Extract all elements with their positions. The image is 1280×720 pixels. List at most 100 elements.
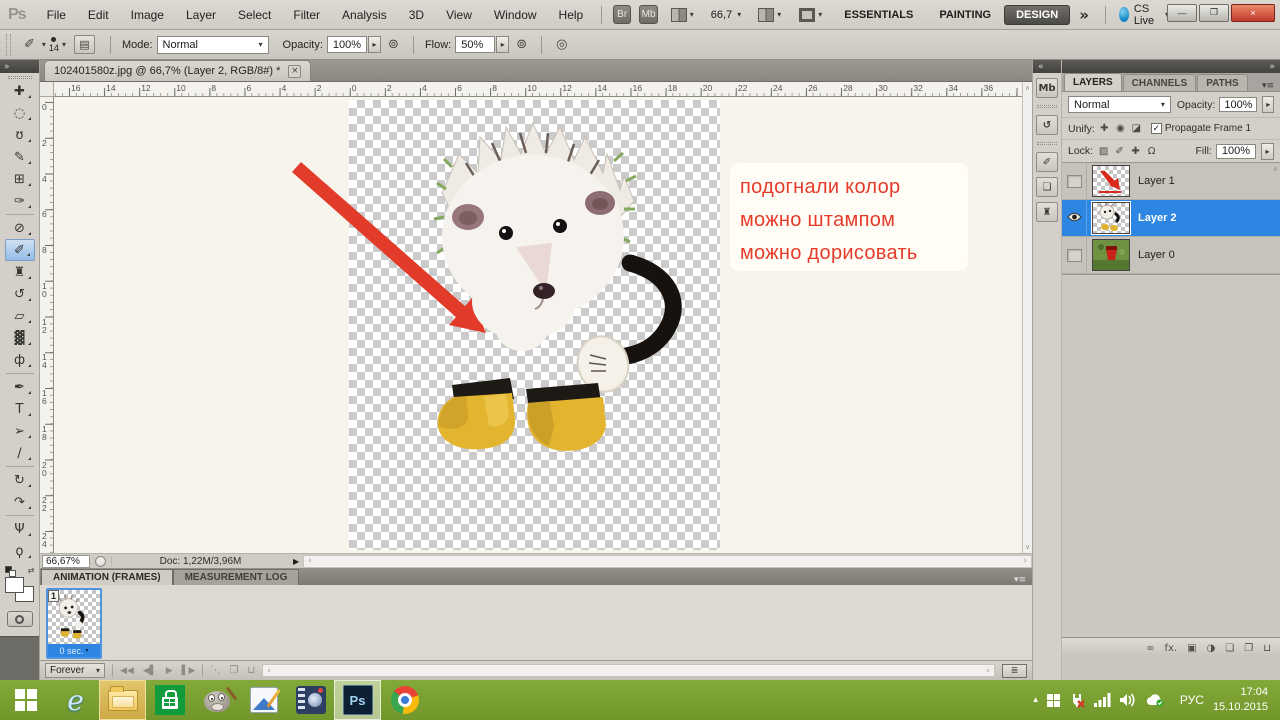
frame-delay-control[interactable]: 0 sec. ▾ [48,644,100,657]
elliptical-marquee-tool[interactable]: ◌ [5,102,35,124]
layer-opacity-field[interactable]: 100% [1219,97,1257,112]
opacity-field[interactable]: 100% [327,36,367,53]
menu-help[interactable]: Help [548,0,595,30]
cs-live-button[interactable]: CS Live ▾ [1119,3,1169,27]
foreground-color-swatch[interactable] [5,577,24,593]
scroll-right-icon[interactable]: › [1023,556,1027,566]
layer-visibility-toggle[interactable] [1062,163,1087,199]
tab-close-icon[interactable]: × [288,65,301,78]
gimp-taskbar-button[interactable] [193,680,240,720]
3d-rotate-tool[interactable]: ↻ [5,469,35,491]
menu-layer[interactable]: Layer [175,0,227,30]
restore-button[interactable]: ❐ [1199,4,1229,22]
history-panel[interactable]: ↺ [1036,115,1058,135]
history-brush-tool[interactable]: ↺ [5,283,35,305]
frames-scrollbar[interactable]: ‹ › [262,664,995,677]
new-adjustment-layer-icon[interactable]: ◑ [1207,643,1216,654]
ruler-origin[interactable] [40,82,54,97]
previous-frame-button[interactable]: ◀▌ [143,666,157,676]
airbrush-icon[interactable]: ⊚ [388,37,399,52]
tween-icon[interactable]: ⋱ [210,665,220,676]
document-tab[interactable]: 102401580z.jpg @ 66,7% (Layer 2, RGB/8#)… [44,60,311,81]
path-selection-tool[interactable]: ➢ [5,420,35,442]
canvas[interactable]: подогнали колор можно штампом можно дори… [54,97,1022,553]
layer-visibility-toggle[interactable] [1062,237,1087,273]
menu-filter[interactable]: Filter [282,0,331,30]
movie-app-taskbar-button[interactable] [287,680,334,720]
action-center-tray-icon[interactable] [1047,680,1060,720]
layer-row-layer-0[interactable]: Layer 0 [1062,237,1280,274]
workspace-essentials[interactable]: ESSENTIALS [831,9,926,21]
animation-frame[interactable]: 1 0 sec. ▾ [46,588,102,659]
layer-row-layer-1[interactable]: Layer 1 [1062,163,1280,200]
eraser-tool[interactable]: ▱ [5,305,35,327]
tab-measurement-log[interactable]: MEASUREMENT LOG [173,569,300,585]
options-grip[interactable] [6,34,11,56]
swap-colors-icon[interactable]: ⇄ [28,566,35,575]
3d-roll-tool[interactable]: ↷ [5,491,35,513]
add-layer-mask-icon[interactable]: ▣ [1187,643,1196,654]
menu-3d[interactable]: 3D [398,0,435,30]
scroll-up-icon[interactable]: ∧ [1025,84,1030,92]
photoshop-taskbar-button[interactable]: Ps [334,680,381,720]
layer-blend-mode-select[interactable]: Normal ▾ [1068,96,1171,113]
quick-selection-tool[interactable]: ✎ [5,146,35,168]
dodge-tool[interactable]: ф [5,349,35,371]
layer-row-layer-2[interactable]: Layer 2 [1062,200,1280,237]
eyedropper-tool[interactable]: ✑ [5,190,35,212]
file-explorer-taskbar-button[interactable] [99,680,146,720]
photo-editor-taskbar-button[interactable] [240,680,287,720]
airbrush-mode-icon[interactable]: ⊚ [516,37,527,52]
chrome-taskbar-button[interactable] [381,680,428,720]
layer-fill-field[interactable]: 100% [1216,144,1256,159]
tablet-pressure-icon[interactable]: ◎ [556,37,567,52]
scroll-down-icon[interactable]: ∨ [1025,543,1030,551]
workspace-design[interactable]: DESIGN [1004,5,1070,25]
spot-healing-brush-tool[interactable]: ⊘ [5,217,35,239]
flow-spinner-icon[interactable]: ▸ [496,36,509,53]
opacity-spinner-icon[interactable]: ▸ [1262,96,1274,113]
menu-view[interactable]: View [435,0,483,30]
scroll-left-icon[interactable]: ‹ [267,666,271,676]
onedrive-tray-icon[interactable] [1146,680,1165,720]
menu-select[interactable]: Select [227,0,282,30]
minimize-button[interactable]: — [1167,4,1197,22]
power-alert-tray-icon[interactable] [1069,680,1085,720]
tools-grip[interactable] [8,76,32,79]
lock-pixels-icon[interactable]: ✐ [1113,145,1126,158]
tab-layers[interactable]: LAYERS [1064,73,1122,91]
link-layers-icon[interactable]: ∞ [1146,643,1154,654]
workspace-overflow-icon[interactable]: » [1079,6,1089,24]
internet-explorer-taskbar-button[interactable]: e [52,680,99,720]
unify-style-icon[interactable]: ◪ [1130,122,1143,135]
next-frame-button[interactable]: ▌▶ [182,666,196,676]
loop-count-select[interactable]: Forever ▾ [45,663,105,678]
play-animation-button[interactable]: ▶ [166,666,173,676]
menu-analysis[interactable]: Analysis [331,0,398,30]
panel-collapse-button[interactable]: » [1062,60,1280,73]
dock-collapse-button[interactable]: « [1033,60,1061,73]
blend-mode-select[interactable]: Normal ▾ [157,36,269,54]
screen-mode-button[interactable]: ▾ [796,5,825,25]
delete-layer-icon[interactable]: ⊔ [1263,643,1271,654]
mini-bridge-panel[interactable]: Mb [1036,78,1058,98]
hand-tool[interactable]: Ψ [5,518,35,540]
workspace-painting[interactable]: PAINTING [926,9,1004,21]
tab-animation-frames[interactable]: ANIMATION (FRAMES) [41,569,173,585]
new-layer-icon[interactable]: ❐ [1244,643,1253,654]
menu-image[interactable]: Image [120,0,175,30]
crop-tool[interactable]: ⊞ [5,168,35,190]
zoom-tool[interactable]: ϙ [5,540,35,562]
start-taskbar-button[interactable] [0,680,52,720]
propagate-checkbox[interactable]: ✓ [1151,123,1162,134]
zoom-level-control[interactable]: 66,7 ▾ [711,9,741,21]
lasso-tool[interactable]: ʊ [5,124,35,146]
status-menu-icon[interactable]: ▶ [293,557,299,566]
close-button[interactable]: × [1231,4,1275,22]
scroll-left-icon[interactable]: ‹ [308,556,312,566]
menu-edit[interactable]: Edit [77,0,120,30]
language-indicator[interactable]: РУС [1180,680,1204,720]
move-tool[interactable]: ✚ [5,80,35,102]
clone-source-panel[interactable]: ♜ [1036,202,1058,222]
horizontal-scrollbar[interactable]: ‹ › [303,555,1032,568]
